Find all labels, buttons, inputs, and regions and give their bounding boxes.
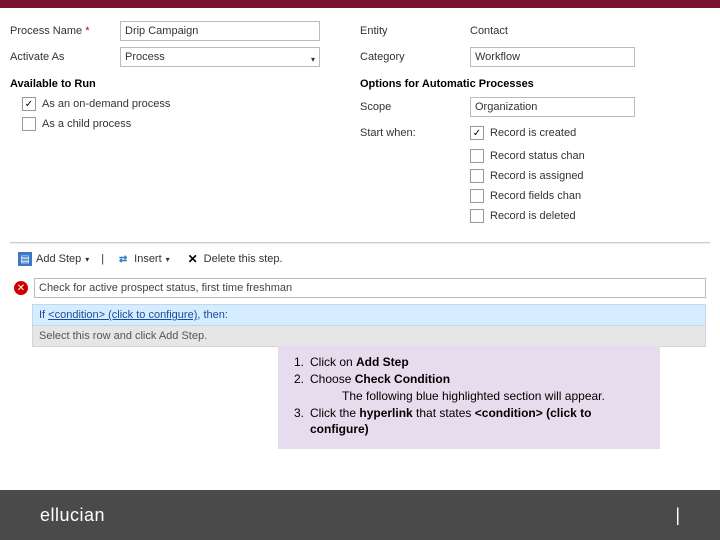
checkbox-unchecked-icon xyxy=(470,189,484,203)
form-panel: Process Name * Drip Campaign Activate As… xyxy=(10,8,710,347)
required-asterisk: * xyxy=(82,25,89,37)
on-demand-checkbox-row[interactable]: ✓ As an on-demand process xyxy=(10,94,360,114)
start-when-deleted-row[interactable]: Record is deleted xyxy=(470,206,710,226)
if-prefix: If xyxy=(39,309,48,321)
start-when-assigned-row[interactable]: Record is assigned xyxy=(470,166,710,186)
toolbar-separator: | xyxy=(101,253,104,265)
brand-logo: ellucian xyxy=(40,505,105,526)
category-value: Workflow xyxy=(475,51,520,63)
start-when-label: Start when: xyxy=(360,127,470,139)
scope-select[interactable]: Organization xyxy=(470,97,635,117)
child-process-checkbox-row[interactable]: As a child process xyxy=(10,114,360,134)
chevron-down-icon: ▾ xyxy=(166,255,170,264)
category-select[interactable]: Workflow xyxy=(470,47,635,67)
start-when-fields-row[interactable]: Record fields chan xyxy=(470,186,710,206)
add-step-icon: ▤ xyxy=(18,252,32,266)
footer-bar: ellucian | xyxy=(0,490,720,540)
category-label: Category xyxy=(360,51,470,63)
entity-value: Contact xyxy=(470,25,635,37)
activate-as-select[interactable]: Process ▾ xyxy=(120,47,320,67)
process-name-input[interactable]: Drip Campaign xyxy=(120,21,320,41)
start-when-status-label: Record status chan xyxy=(490,150,585,162)
form-left-column: Process Name * Drip Campaign Activate As… xyxy=(10,18,360,226)
chevron-down-icon: ▾ xyxy=(311,51,315,69)
entity-label: Entity xyxy=(360,25,470,37)
checkbox-unchecked-icon xyxy=(470,169,484,183)
chevron-down-icon: ▾ xyxy=(85,255,89,264)
condition-if-row[interactable]: If <condition> (click to configure), the… xyxy=(32,304,706,326)
delete-icon: ✕ xyxy=(186,252,200,266)
delete-step-button[interactable]: ✕ Delete this step. xyxy=(182,250,287,268)
condition-block: If <condition> (click to configure), the… xyxy=(32,304,706,347)
start-when-assigned-label: Record is assigned xyxy=(490,170,584,182)
step-description-input[interactable]: Check for active prospect status, first … xyxy=(34,278,706,298)
add-step-label: Add Step xyxy=(36,253,81,265)
checkbox-unchecked-icon xyxy=(470,209,484,223)
start-when-fields-label: Record fields chan xyxy=(490,190,581,202)
child-process-label: As a child process xyxy=(42,118,131,130)
activate-as-label: Activate As xyxy=(10,51,120,63)
error-icon: ✕ xyxy=(14,281,28,295)
form-right-column: Entity Contact Category Workflow Options… xyxy=(360,18,710,226)
footer-pipe: | xyxy=(675,505,680,526)
checkbox-checked-icon: ✓ xyxy=(22,97,36,111)
checkbox-unchecked-icon xyxy=(470,149,484,163)
instruction-callout: 1. 2. 3. Click on Add Step Choose Check … xyxy=(278,346,660,449)
options-header: Options for Automatic Processes xyxy=(360,78,710,90)
insert-button[interactable]: ⇄ Insert ▾ xyxy=(112,250,174,268)
instruction-numbers: 1. 2. 3. xyxy=(286,354,310,437)
process-name-label: Process Name * xyxy=(10,25,120,37)
add-step-button[interactable]: ▤ Add Step ▾ xyxy=(14,250,93,268)
checkbox-unchecked-icon xyxy=(22,117,36,131)
step-toolbar: ▤ Add Step ▾ | ⇄ Insert ▾ ✕ Delete this … xyxy=(10,243,710,274)
insert-icon: ⇄ xyxy=(116,252,130,266)
available-to-run-header: Available to Run xyxy=(10,78,360,90)
condition-select-row[interactable]: Select this row and click Add Step. xyxy=(32,326,706,347)
scope-value: Organization xyxy=(475,101,537,113)
on-demand-label: As an on-demand process xyxy=(42,98,170,110)
start-when-status-row[interactable]: Record status chan xyxy=(470,146,710,166)
start-when-created-label: Record is created xyxy=(490,127,576,139)
condition-configure-link[interactable]: <condition> (click to configure) xyxy=(48,309,197,321)
scope-label: Scope xyxy=(360,101,470,113)
start-when-deleted-label: Record is deleted xyxy=(490,210,576,222)
start-when-created-row[interactable]: ✓ Record is created xyxy=(470,123,576,143)
top-accent-bar xyxy=(0,0,720,8)
if-suffix: , then: xyxy=(197,309,228,321)
checkbox-checked-icon: ✓ xyxy=(470,126,484,140)
instruction-body: Click on Add Step Choose Check Condition… xyxy=(310,354,652,437)
delete-step-label: Delete this step. xyxy=(204,253,283,265)
activate-as-value: Process xyxy=(125,51,165,63)
step-row: ✕ Check for active prospect status, firs… xyxy=(10,274,710,302)
insert-label: Insert xyxy=(134,253,162,265)
